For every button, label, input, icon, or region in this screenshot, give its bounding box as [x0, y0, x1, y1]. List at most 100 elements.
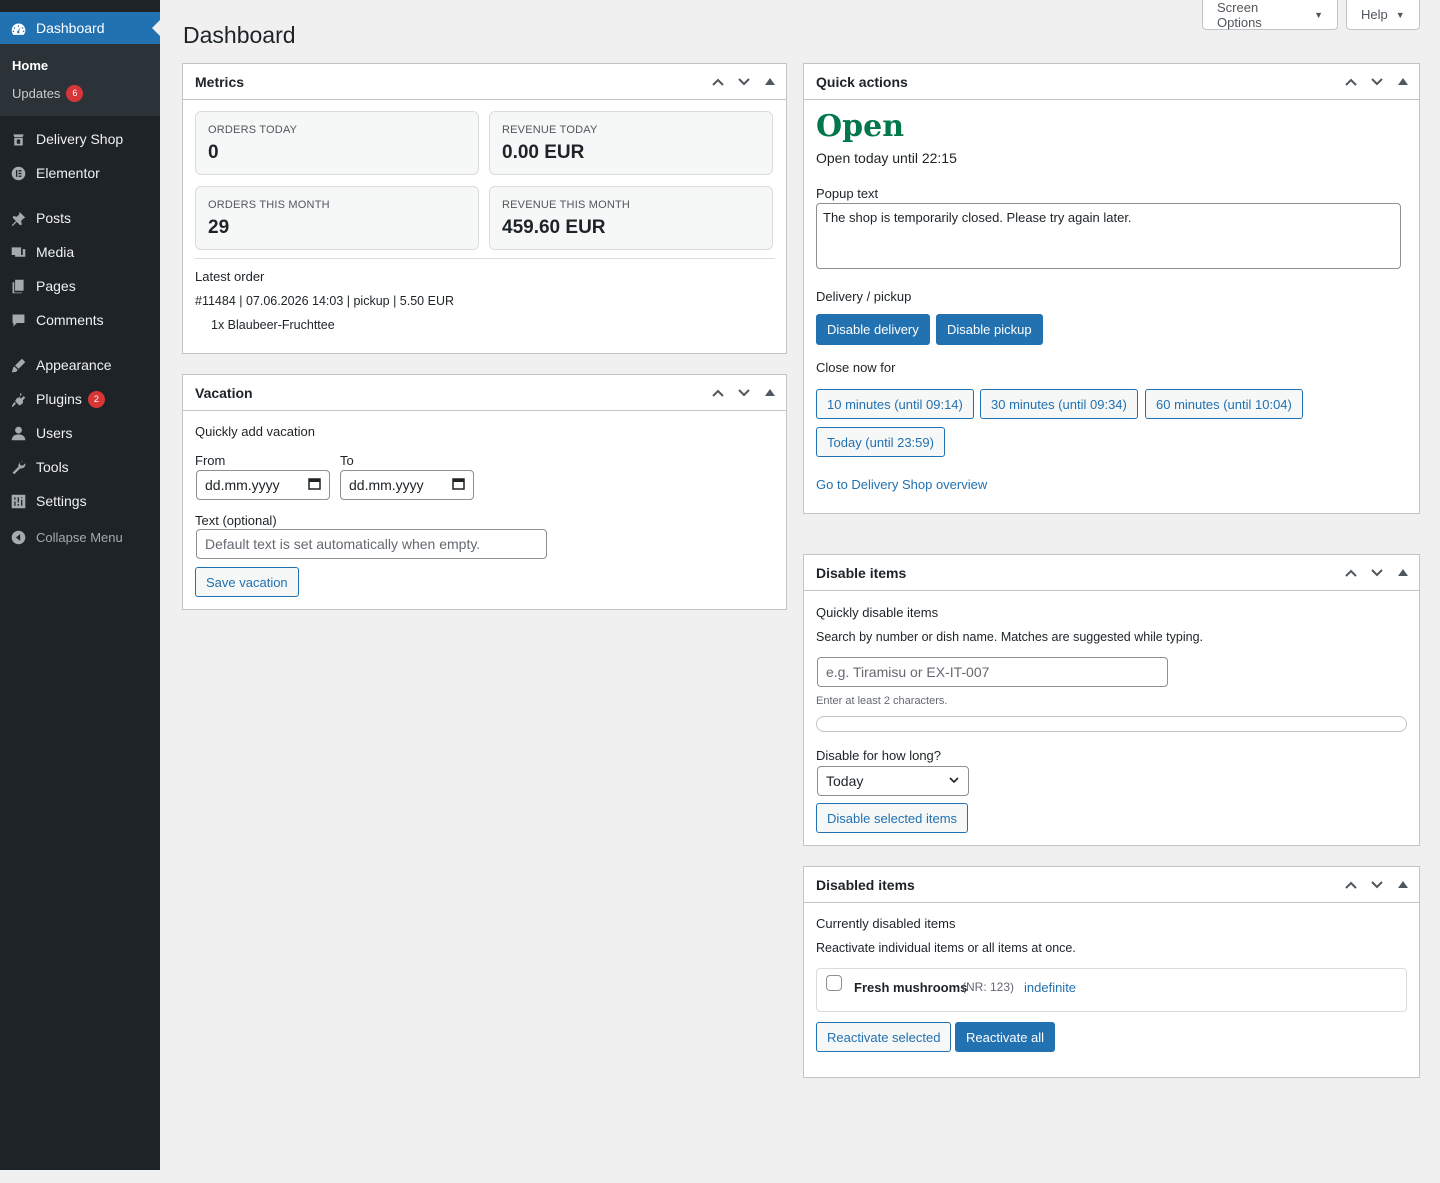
- to-date-input[interactable]: dd.mm.yyyy: [340, 470, 474, 500]
- sidebar-item-elementor[interactable]: Elementor: [0, 156, 160, 190]
- to-label: To: [340, 453, 354, 468]
- disable-pickup-button[interactable]: Disable pickup: [936, 314, 1043, 345]
- user-icon: [9, 424, 27, 442]
- sidebar-item-label: Dashboard: [36, 20, 105, 36]
- sidebar-item-media[interactable]: Media: [0, 235, 160, 269]
- popup-textarea[interactable]: The shop is temporarily closed. Please t…: [816, 203, 1401, 269]
- move-up-icon[interactable]: [708, 383, 728, 403]
- sidebar-item-dashboard[interactable]: Dashboard: [0, 12, 160, 44]
- move-down-icon[interactable]: [1367, 72, 1387, 92]
- close-today-button[interactable]: Today (until 23:59): [816, 427, 945, 457]
- from-date-input[interactable]: dd.mm.yyyy: [196, 470, 330, 500]
- admin-sidebar: Dashboard Home Updates 6 Delivery Shop El…: [0, 0, 160, 1170]
- vacation-text-input[interactable]: Default text is set automatically when e…: [196, 529, 547, 559]
- sidebar-item-delivery-shop[interactable]: Delivery Shop: [0, 122, 160, 156]
- metric-card-revenue-today: REVENUE TODAY 0.00 EUR: [489, 111, 773, 175]
- pin-icon: [9, 209, 27, 227]
- reactivate-selected-button[interactable]: Reactivate selected: [816, 1022, 952, 1052]
- toggle-panel-icon[interactable]: [760, 383, 780, 403]
- sidebar-item-pages[interactable]: Pages: [0, 269, 160, 303]
- popup-text-label: Popup text: [816, 186, 879, 201]
- sidebar-item-tools[interactable]: Tools: [0, 450, 160, 484]
- chevron-down-icon: [948, 773, 960, 789]
- collapse-menu-label: Collapse Menu: [36, 529, 123, 545]
- close-10-min-button[interactable]: 10 minutes (until 09:14): [816, 389, 974, 419]
- sidebar-item-posts[interactable]: Posts: [0, 201, 160, 235]
- wrench-icon: [9, 458, 27, 476]
- calendar-icon[interactable]: [308, 477, 321, 493]
- item-search-input[interactable]: e.g. Tiramisu or EX-IT-007: [817, 657, 1168, 687]
- collapse-icon: [9, 528, 27, 546]
- toggle-panel-icon[interactable]: [1393, 563, 1413, 583]
- item-checkbox[interactable]: [826, 975, 842, 991]
- screen-options-button[interactable]: Screen Options ▼: [1202, 0, 1338, 30]
- item-number: (NR: 123): [962, 980, 1015, 994]
- toggle-panel-icon[interactable]: [760, 72, 780, 92]
- reactivate-all-button[interactable]: Reactivate all: [955, 1022, 1056, 1052]
- metrics-widget: Metrics ORDERS TODAY 0 REVENUE TODAY 0.0…: [182, 63, 787, 354]
- submenu-label: Updates: [12, 85, 61, 101]
- metric-card-revenue-month: REVENUE THIS MONTH 459.60 EUR: [489, 186, 773, 250]
- move-down-icon[interactable]: [1367, 563, 1387, 583]
- sidebar-item-label: Users: [36, 425, 73, 441]
- calendar-icon[interactable]: [452, 477, 465, 493]
- page-title: Dashboard: [183, 22, 296, 48]
- duration-select[interactable]: Today: [817, 766, 969, 796]
- move-down-icon[interactable]: [734, 72, 754, 92]
- disable-selected-items-button[interactable]: Disable selected items: [816, 803, 969, 833]
- item-duration-link[interactable]: indefinite: [1024, 980, 1076, 995]
- sidebar-item-appearance[interactable]: Appearance: [0, 348, 160, 382]
- submenu-item-home[interactable]: Home: [0, 51, 160, 79]
- sidebar-item-label: Media: [36, 244, 75, 260]
- sidebar-item-settings[interactable]: Settings: [0, 484, 160, 518]
- vacation-subtitle: Quickly add vacation: [195, 424, 315, 439]
- submenu-item-updates[interactable]: Updates 6: [0, 79, 160, 107]
- move-down-icon[interactable]: [1367, 875, 1387, 895]
- help-button[interactable]: Help ▼: [1346, 0, 1420, 30]
- elementor-icon: [9, 164, 27, 182]
- move-down-icon[interactable]: [734, 383, 754, 403]
- delivery-shop-overview-link[interactable]: Go to Delivery Shop overview: [816, 477, 987, 492]
- from-label: From: [195, 453, 226, 468]
- widget-title: Disabled items: [816, 876, 915, 893]
- collapse-menu-button[interactable]: Collapse Menu: [0, 520, 160, 554]
- save-vacation-button[interactable]: Save vacation: [195, 567, 299, 597]
- textarea-value: The shop is temporarily closed. Please t…: [823, 210, 1132, 225]
- sidebar-item-users[interactable]: Users: [0, 416, 160, 450]
- input-placeholder: e.g. Tiramisu or EX-IT-007: [826, 664, 990, 680]
- close-60-min-button[interactable]: 60 minutes (until 10:04): [1145, 389, 1303, 419]
- plugins-count-badge: 2: [87, 390, 105, 408]
- toggle-panel-icon[interactable]: [1393, 875, 1413, 895]
- duration-label: Disable for how long?: [816, 748, 942, 763]
- sidebar-item-plugins[interactable]: Plugins 2: [0, 382, 160, 416]
- plugin-icon: [9, 390, 27, 408]
- disabled-items-description: Reactivate individual items or all items…: [816, 941, 1076, 955]
- metric-value: 29: [208, 217, 230, 238]
- move-up-icon[interactable]: [708, 72, 728, 92]
- metric-label: REVENUE THIS MONTH: [502, 199, 631, 211]
- widget-title: Vacation: [195, 384, 253, 401]
- sidebar-item-label: Tools: [36, 459, 69, 475]
- metric-card-orders-today: ORDERS TODAY 0: [195, 111, 479, 175]
- move-up-icon[interactable]: [1341, 875, 1361, 895]
- media-icon: [9, 243, 27, 261]
- toggle-panel-icon[interactable]: [1393, 72, 1413, 92]
- sidebar-item-comments[interactable]: Comments: [0, 303, 160, 337]
- metric-value: 0: [208, 142, 219, 163]
- dashboard-submenu: Home Updates 6: [0, 44, 160, 116]
- widget-controls: [1341, 72, 1413, 92]
- move-up-icon[interactable]: [1341, 72, 1361, 92]
- shop-icon: [9, 130, 27, 148]
- move-up-icon[interactable]: [1341, 563, 1361, 583]
- screen-options-label: Screen Options: [1217, 0, 1262, 30]
- widget-title: Disable items: [816, 564, 907, 581]
- search-hint: Enter at least 2 characters.: [816, 695, 948, 707]
- close-30-min-button[interactable]: 30 minutes (until 09:34): [980, 389, 1138, 419]
- sidebar-item-label: Settings: [36, 493, 87, 509]
- sidebar-item-label: Posts: [36, 210, 72, 226]
- sidebar-item-label: Pages: [36, 278, 76, 294]
- disable-delivery-button[interactable]: Disable delivery: [816, 314, 930, 345]
- metric-label: ORDERS THIS MONTH: [208, 199, 330, 211]
- metric-card-orders-month: ORDERS THIS MONTH 29: [195, 186, 479, 250]
- caret-down-icon: ▼: [1314, 9, 1323, 20]
